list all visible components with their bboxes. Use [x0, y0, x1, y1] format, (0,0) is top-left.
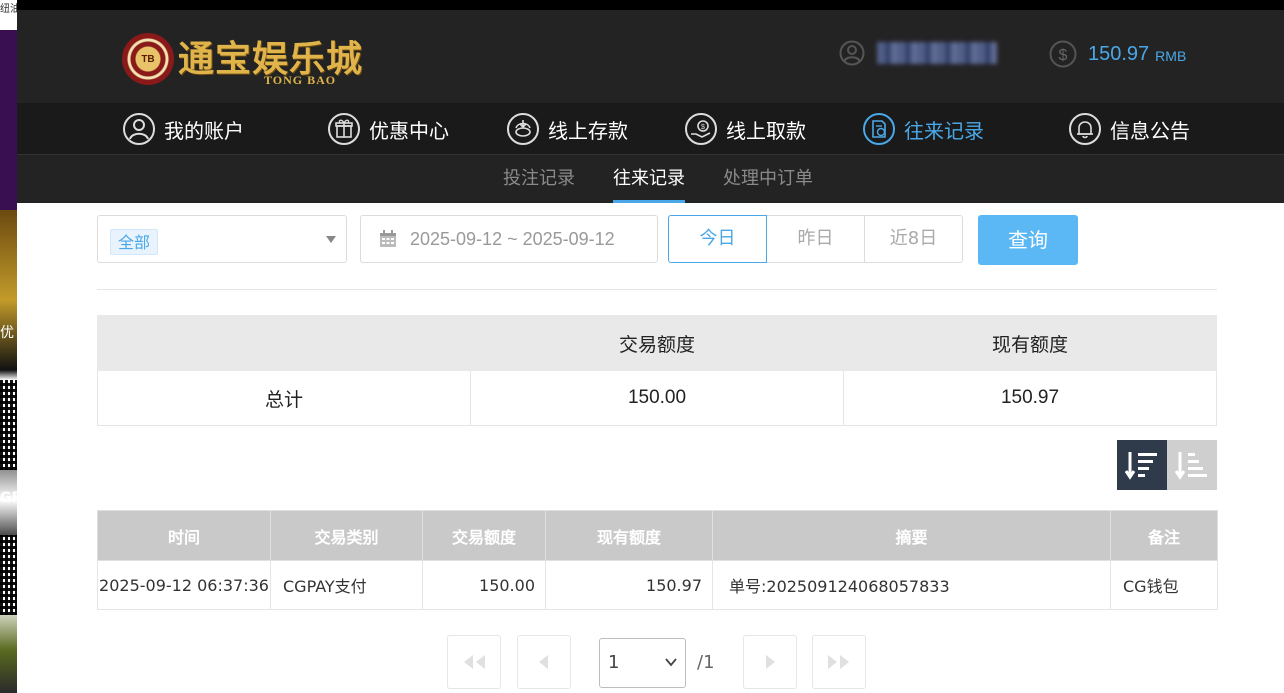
table-row: 2025-09-12 06:37:36 CGPAY支付 150.00 150.9… [97, 560, 1218, 610]
transaction-type-select[interactable]: 全部 [97, 215, 347, 263]
nav-item-withdraw[interactable]: $ 线上取款 [684, 111, 806, 147]
header-time: 时间 [97, 510, 271, 561]
nav-item-label: 线上取款 [726, 118, 806, 143]
summary-current-amount: 150.97 [843, 370, 1217, 426]
deposit-icon [507, 113, 539, 145]
background-text: GF [0, 490, 17, 506]
balance-currency: RMB [1155, 47, 1187, 64]
site-logo[interactable]: TB 通宝娱乐城 TONG BAO [122, 32, 363, 87]
cell-summary: 单号:202509124068057833 [712, 560, 1111, 610]
caret-down-icon [326, 236, 336, 243]
page-select[interactable]: 1 [599, 638, 686, 688]
summary-table: 交易额度 现有额度 总计 150.00 150.97 [97, 315, 1217, 426]
summary-header-trade-amount: 交易额度 [470, 315, 844, 371]
bell-icon [1069, 113, 1101, 145]
cell-balance: 150.97 [545, 560, 713, 610]
nav-item-label: 我的账户 [164, 118, 244, 143]
subnav-tab-transactions[interactable]: 往来记录 [613, 155, 685, 203]
main-nav: 我的账户 优惠中心 线上存款 $ 线上取款 往来记录 信息公告 [17, 103, 1284, 154]
double-chevron-right-icon [828, 655, 849, 669]
svg-text:$: $ [701, 124, 705, 131]
sub-nav: 投注记录 往来记录 处理中订单 [17, 154, 1284, 203]
background-strip: 纽油 优 GF [0, 0, 17, 693]
calendar-icon [380, 230, 396, 247]
first-page-button[interactable] [447, 635, 501, 689]
header-type: 交易类别 [270, 510, 423, 561]
records-icon [863, 113, 895, 145]
today-button[interactable]: 今日 [668, 215, 767, 263]
quick-date-group: 今日 昨日 近8日 [668, 215, 966, 263]
nav-item-label: 信息公告 [1110, 118, 1190, 143]
divider [97, 289, 1217, 290]
user-icon [839, 40, 865, 66]
header-summary: 摘要 [712, 510, 1111, 561]
prev-page-button[interactable] [517, 635, 571, 689]
user-area[interactable] [839, 40, 997, 66]
subnav-tab-bets[interactable]: 投注记录 [503, 155, 575, 201]
logo-chip-icon: TB [122, 33, 174, 85]
user-circle-icon [123, 113, 155, 145]
chevron-right-icon [766, 655, 775, 669]
cell-note: CG钱包 [1110, 560, 1218, 610]
query-button[interactable]: 查询 [978, 215, 1078, 265]
double-chevron-left-icon [464, 655, 485, 669]
summary-trade-amount: 150.00 [470, 370, 844, 426]
selected-type-tag: 全部 [110, 229, 159, 255]
nav-item-deposit[interactable]: 线上存款 [506, 111, 628, 147]
nav-item-account[interactable]: 我的账户 [122, 111, 244, 147]
cell-time: 2025-09-12 06:37:36 [97, 560, 271, 610]
nav-item-promotions[interactable]: 优惠中心 [327, 111, 449, 147]
chevron-down-icon [665, 658, 677, 667]
balance-amount: 150.97 [1088, 42, 1150, 65]
top-border [17, 0, 1284, 10]
records-header-row: 时间 交易类别 交易额度 现有额度 摘要 备注 [97, 510, 1218, 561]
header-amount: 交易额度 [422, 510, 546, 561]
summary-total-row: 总计 150.00 150.97 [97, 370, 1217, 426]
records-table: 时间 交易类别 交易额度 现有额度 摘要 备注 2025-09-12 06:37… [97, 510, 1218, 610]
cell-amount: 150.00 [422, 560, 546, 610]
logo-badge: TB [141, 53, 155, 65]
qr-code-image [0, 380, 17, 470]
username-blurred [877, 42, 997, 64]
svg-text:$: $ [1059, 47, 1068, 64]
header-note: 备注 [1110, 510, 1218, 561]
yesterday-button[interactable]: 昨日 [766, 215, 865, 263]
header-balance: 现有额度 [545, 510, 713, 561]
qr-code-image [0, 535, 17, 615]
total-pages: /1 [697, 652, 715, 673]
sort-descending-button[interactable] [1117, 440, 1167, 490]
date-range-text: 2025-09-12 ~ 2025-09-12 [410, 228, 615, 249]
nav-item-label: 线上存款 [548, 118, 628, 143]
gift-icon [328, 113, 360, 145]
logo-subtitle: TONG BAO [264, 73, 337, 87]
withdraw-icon: $ [685, 113, 717, 145]
next-page-button[interactable] [743, 635, 797, 689]
coin-icon: $ [1049, 40, 1077, 68]
sort-ascending-icon [1174, 452, 1207, 480]
last-page-button[interactable] [812, 635, 866, 689]
summary-total-label: 总计 [97, 370, 471, 426]
sort-ascending-button[interactable] [1167, 440, 1217, 490]
header: TB 通宝娱乐城 TONG BAO $ 150.97 RMB [17, 10, 1284, 103]
background-text: 纽油 [0, 0, 17, 30]
nav-item-announcements[interactable]: 信息公告 [1068, 111, 1190, 147]
subnav-tab-pending-orders[interactable]: 处理中订单 [723, 155, 813, 201]
background-text: 优 [0, 325, 14, 341]
nav-item-records[interactable]: 往来记录 [862, 111, 984, 147]
date-range-picker[interactable]: 2025-09-12 ~ 2025-09-12 [360, 215, 658, 263]
balance-area: $ 150.97 RMB [1049, 40, 1186, 68]
summary-header-row: 交易额度 现有额度 [97, 315, 1217, 371]
nav-item-label: 往来记录 [904, 118, 984, 143]
cell-type: CGPAY支付 [270, 560, 423, 610]
last-8-days-button[interactable]: 近8日 [864, 215, 963, 263]
sort-descending-icon [1124, 452, 1157, 480]
current-page: 1 [608, 652, 620, 673]
summary-header-current-amount: 现有额度 [843, 315, 1217, 371]
chevron-left-icon [539, 655, 548, 669]
nav-item-label: 优惠中心 [369, 118, 449, 143]
summary-header-empty [97, 315, 471, 371]
logo-text: 通宝娱乐城 TONG BAO [178, 39, 363, 87]
